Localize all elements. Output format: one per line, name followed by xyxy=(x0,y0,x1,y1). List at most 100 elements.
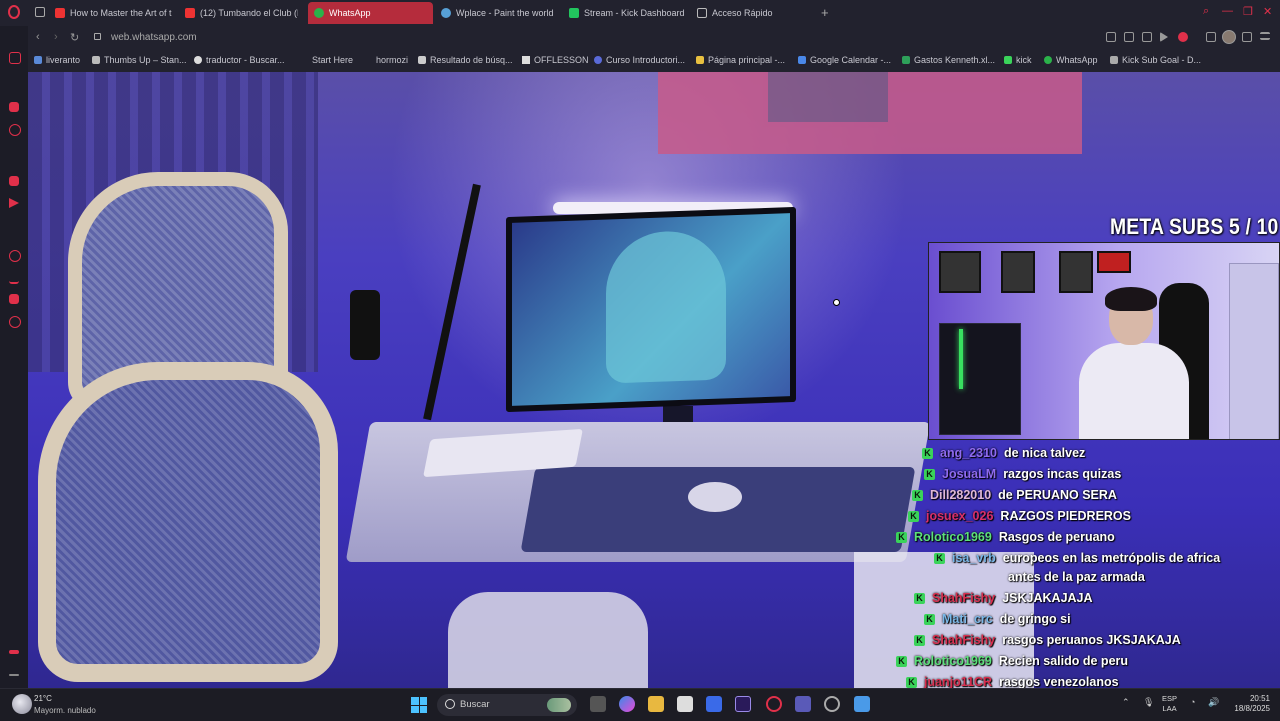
forward-icon[interactable]: › xyxy=(54,31,58,43)
back-icon[interactable]: ‹ xyxy=(36,31,40,43)
volume-icon[interactable]: 🔊 xyxy=(1208,697,1219,708)
extensions-puzzle-icon[interactable] xyxy=(1206,32,1216,42)
telegram-icon[interactable] xyxy=(9,198,19,208)
easy-setup-icon[interactable] xyxy=(1260,32,1270,40)
lock-icon[interactable] xyxy=(94,33,101,40)
wall-frame xyxy=(1059,251,1093,293)
door xyxy=(1229,263,1279,439)
clock[interactable]: 20:51 18/8/2025 xyxy=(1226,694,1270,714)
cloud-icon[interactable] xyxy=(12,694,32,714)
whatsapp-icon xyxy=(1044,56,1052,64)
bookmark-item[interactable]: Resultado de búsq... xyxy=(418,55,513,65)
search-tabs-icon[interactable]: ⌕ xyxy=(1203,5,1209,18)
windows-start-icon[interactable] xyxy=(411,697,427,713)
task-view-icon[interactable] xyxy=(590,696,606,712)
reload-icon[interactable]: ↻ xyxy=(70,31,79,44)
kick-badge-icon: K xyxy=(896,532,907,543)
wall-frame xyxy=(939,251,981,293)
bookmark-item[interactable]: Kick Sub Goal - D... xyxy=(1110,55,1201,65)
bookmark-item[interactable]: Curso Introductori... xyxy=(594,55,685,65)
tab-1[interactable]: How to Master the Art of t xyxy=(55,2,173,24)
speed-dial-icon[interactable] xyxy=(9,52,21,64)
wallpaper-figure xyxy=(606,229,726,384)
copilot-icon[interactable] xyxy=(619,696,635,712)
kick-icon xyxy=(1004,56,1012,64)
more-icon[interactable] xyxy=(9,674,19,676)
bookmark-item[interactable]: Página principal -... xyxy=(696,55,785,65)
download-icon[interactable] xyxy=(1242,32,1252,42)
twitch-icon[interactable] xyxy=(9,176,19,186)
notion-icon[interactable] xyxy=(677,696,693,712)
maximize-icon[interactable]: ❐ xyxy=(1243,5,1253,18)
input-language[interactable]: ESP LAA xyxy=(1162,694,1177,714)
bookmarks-bar: liveranto Thumbs Up – Stan... traductor … xyxy=(28,50,1280,73)
premiere-icon[interactable] xyxy=(735,696,751,712)
snapshot-icon[interactable] xyxy=(1124,32,1134,42)
bookmark-item[interactable]: Google Calendar -... xyxy=(798,55,891,65)
opera-logo-icon[interactable] xyxy=(8,5,20,19)
tab-whatsapp[interactable]: WhatsApp xyxy=(308,2,433,24)
chat-message-continued: antes de la paz armada xyxy=(1008,570,1145,584)
chat-username: Dill282010 xyxy=(930,488,992,502)
wifi-icon[interactable]: ◔ xyxy=(1190,697,1195,707)
bookmark-item[interactable]: Start Here xyxy=(312,55,353,65)
player-icon[interactable] xyxy=(1160,32,1168,42)
teams-icon[interactable] xyxy=(795,696,811,712)
chevron-up-icon[interactable]: ⌃ xyxy=(1122,697,1130,708)
bookmark-item[interactable]: WhatsApp xyxy=(1044,55,1098,65)
url-field[interactable]: web.whatsapp.com xyxy=(111,32,197,43)
avatar[interactable] xyxy=(1222,30,1236,44)
workspaces-icon[interactable] xyxy=(35,7,45,17)
downloads-icon[interactable] xyxy=(9,272,19,284)
grid-icon xyxy=(1110,56,1118,64)
poster-art xyxy=(768,72,888,122)
weather-temperature[interactable]: 21°C xyxy=(34,694,52,703)
bookmark-item[interactable]: hormozi xyxy=(376,55,408,65)
chat-text: antes de la paz armada xyxy=(1008,570,1145,584)
opera-icon[interactable] xyxy=(766,696,782,712)
tab-label: Wplace - Paint the world xyxy=(456,8,554,18)
bookmark-item[interactable]: OFFLESSON xyxy=(522,55,589,65)
pinboards-icon[interactable] xyxy=(9,294,19,304)
obs-icon[interactable] xyxy=(824,696,840,712)
tab-label: WhatsApp xyxy=(329,8,371,18)
google-icon xyxy=(194,56,202,64)
layout-code: LAA xyxy=(1162,704,1177,713)
bookmark-item[interactable]: liveranto xyxy=(34,55,80,65)
chat-text: JSKJAKAJAJA xyxy=(1002,591,1093,605)
chat-username: isa_vrb xyxy=(952,551,996,565)
tab-5[interactable]: Stream - Kick Dashboard xyxy=(569,2,689,24)
tab-2[interactable]: (12) Tumbando el Club (F xyxy=(185,2,298,24)
todo-icon[interactable] xyxy=(706,696,722,712)
language-code: ESP xyxy=(1162,694,1178,703)
bookmark-item[interactable]: Gastos Kenneth.xl... xyxy=(902,55,995,65)
tab-bar: How to Master the Art of t (12) Tumbando… xyxy=(0,0,1280,26)
tab-6[interactable]: Acceso Rápido xyxy=(697,2,807,24)
new-tab-button[interactable]: + xyxy=(821,5,829,20)
heart-icon[interactable] xyxy=(1178,32,1188,42)
aria-icon[interactable] xyxy=(9,102,19,112)
stream-video[interactable]: META SUBS 5 / 10 Kang_2310 de nica talvez… xyxy=(28,72,1280,688)
bookmark-item[interactable]: traductor - Buscar... xyxy=(194,55,285,65)
close-icon[interactable]: ✕ xyxy=(1263,5,1272,18)
chat-username: ShahFishy xyxy=(932,633,996,647)
weather-description[interactable]: Mayorm. nublado xyxy=(34,706,96,715)
bookmark-icon[interactable] xyxy=(1106,32,1116,42)
chat-text: RAZGOS PIEDREROS xyxy=(1000,509,1131,523)
history-icon[interactable] xyxy=(9,250,21,262)
clock-time: 20:51 xyxy=(1249,694,1270,703)
taskbar-search[interactable]: Buscar xyxy=(437,694,577,716)
microphone-icon[interactable]: 🎙 xyxy=(1143,697,1154,708)
notepad-icon[interactable] xyxy=(854,696,870,712)
chat-username: Mati_crc xyxy=(942,612,993,626)
vpn-icon[interactable] xyxy=(1142,32,1152,42)
file-explorer-icon[interactable] xyxy=(648,696,664,712)
settings-icon[interactable] xyxy=(9,316,21,328)
tab-4[interactable]: Wplace - Paint the world xyxy=(441,2,561,24)
chat-username: juanjo11CR xyxy=(924,675,993,688)
sidebar-setup-icon[interactable] xyxy=(9,650,19,654)
bookmark-item[interactable]: kick xyxy=(1004,55,1032,65)
bookmark-item[interactable]: Thumbs Up – Stan... xyxy=(92,55,187,65)
extensions-icon[interactable] xyxy=(9,124,21,136)
minimize-icon[interactable]: — xyxy=(1222,5,1233,17)
